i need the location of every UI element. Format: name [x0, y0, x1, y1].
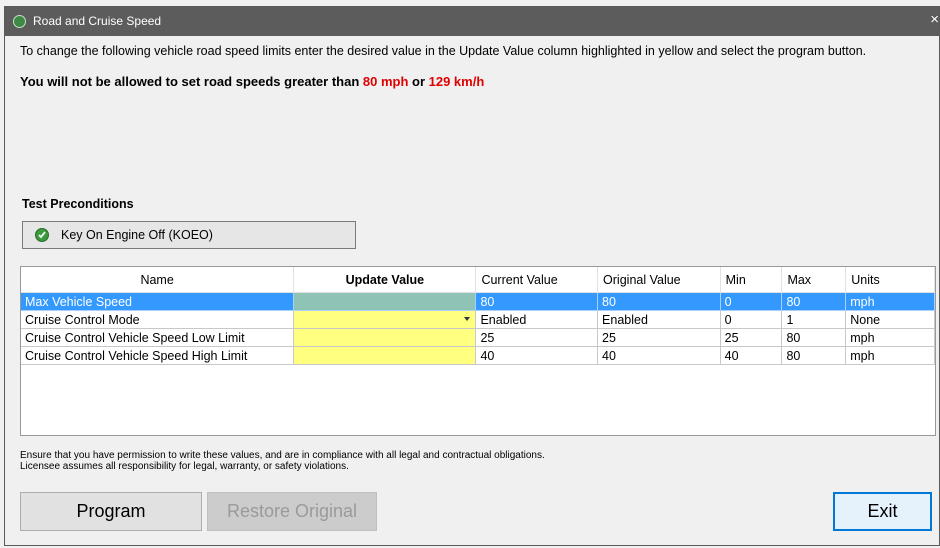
column-header-min[interactable]: Min	[720, 267, 783, 293]
column-header-original-value[interactable]: Original Value	[597, 267, 721, 293]
update-value-input[interactable]	[293, 328, 477, 347]
update-value-dropdown[interactable]	[293, 310, 477, 329]
table-row[interactable]: Cruise Control Mode Enabled Enabled 0 1 …	[21, 310, 935, 329]
cell-units: mph	[845, 292, 935, 311]
cell-original-value: 25	[597, 328, 721, 347]
cell-current-value: 25	[475, 328, 599, 347]
restore-original-button[interactable]: Restore Original	[207, 492, 377, 531]
window-title: Road and Cruise Speed	[33, 14, 162, 28]
table-row[interactable]: Cruise Control Vehicle Speed Low Limit 2…	[21, 328, 935, 347]
speed-limit-warning: You will not be allowed to set road spee…	[20, 74, 484, 89]
instructions-text: To change the following vehicle road spe…	[20, 44, 867, 58]
check-circle-icon	[35, 228, 49, 242]
cell-original-value: 40	[597, 346, 721, 365]
table-header-row: Name Update Value Current Value Original…	[21, 267, 935, 293]
speed-settings-grid: Name Update Value Current Value Original…	[20, 266, 936, 436]
disclaimer-line: Licensee assumes all responsibility for …	[20, 461, 349, 472]
dropdown-arrow-icon[interactable]	[464, 317, 471, 321]
cell-min: 0	[720, 310, 783, 329]
warning-middle: or	[408, 74, 429, 89]
column-header-current-value[interactable]: Current Value	[475, 267, 599, 293]
table-row[interactable]: Cruise Control Vehicle Speed High Limit …	[21, 346, 935, 365]
cell-max: 80	[781, 328, 847, 347]
cell-min: 40	[720, 346, 783, 365]
cell-original-value: Enabled	[597, 310, 721, 329]
disclaimer-line: Ensure that you have permission to write…	[20, 450, 545, 461]
update-value-input[interactable]	[293, 346, 477, 365]
cell-name: Cruise Control Mode	[21, 310, 295, 329]
close-icon[interactable]: ×	[925, 11, 939, 28]
cell-name: Cruise Control Vehicle Speed Low Limit	[21, 328, 295, 347]
warning-kmh: 129 km/h	[428, 74, 485, 89]
cell-max: 80	[781, 346, 847, 365]
cell-name: Cruise Control Vehicle Speed High Limit	[21, 346, 295, 365]
column-header-max[interactable]: Max	[781, 267, 847, 293]
app-icon	[13, 15, 26, 28]
table-row[interactable]: Max Vehicle Speed 80 80 0 80 mph	[21, 292, 935, 311]
cell-current-value: 40	[475, 346, 599, 365]
disclaimer-text: Ensure that you have permission to write…	[20, 450, 545, 472]
update-value-input[interactable]	[293, 292, 477, 311]
cell-min: 25	[720, 328, 783, 347]
cell-name: Max Vehicle Speed	[21, 292, 295, 311]
column-header-name[interactable]: Name	[21, 267, 295, 293]
warning-prefix: You will not be allowed to set road spee…	[20, 74, 363, 89]
cell-max: 80	[781, 292, 847, 311]
preconditions-heading: Test Preconditions	[22, 197, 134, 211]
cell-current-value: 80	[475, 292, 599, 311]
cell-units: None	[845, 310, 935, 329]
cell-max: 1	[781, 310, 847, 329]
cell-current-value: Enabled	[475, 310, 599, 329]
column-header-units[interactable]: Units	[845, 267, 935, 293]
precondition-item: Key On Engine Off (KOEO)	[22, 221, 356, 249]
cell-original-value: 80	[597, 292, 721, 311]
cell-units: mph	[845, 346, 935, 365]
precondition-label: Key On Engine Off (KOEO)	[61, 228, 213, 242]
exit-button[interactable]: Exit	[833, 492, 932, 531]
program-button[interactable]: Program	[20, 492, 202, 531]
title-bar[interactable]: Road and Cruise Speed ×	[5, 7, 939, 36]
cell-min: 0	[720, 292, 783, 311]
column-header-update-value[interactable]: Update Value	[293, 267, 477, 293]
warning-mph: 80 mph	[362, 74, 409, 89]
cell-units: mph	[845, 328, 935, 347]
